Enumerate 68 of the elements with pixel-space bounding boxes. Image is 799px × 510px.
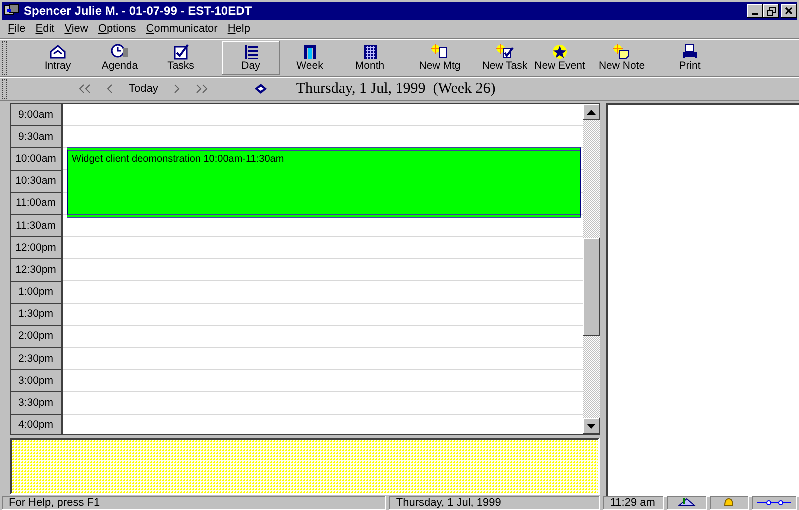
- sparkle-icon: [496, 44, 514, 60]
- menu-item[interactable]: View: [60, 23, 94, 35]
- toolbar-button[interactable]: New Note: [595, 41, 649, 75]
- menu-item[interactable]: Edit: [30, 23, 60, 35]
- menu-item[interactable]: Options: [93, 23, 142, 35]
- time-label: 11:00am: [11, 192, 63, 215]
- time-label: 9:30am: [11, 126, 63, 148]
- menu-item[interactable]: Communicator: [141, 23, 223, 35]
- time-label: 4:00pm: [11, 414, 63, 434]
- previous-icon[interactable]: [106, 84, 114, 94]
- time-label: 12:30pm: [11, 259, 63, 282]
- toolbar-grip[interactable]: [2, 41, 7, 75]
- time-label: 10:00am: [11, 148, 63, 171]
- next-icon[interactable]: [173, 84, 182, 94]
- time-label: 10:30am: [11, 170, 63, 193]
- last-icon[interactable]: [195, 84, 210, 94]
- restore-icon: [766, 6, 776, 16]
- menu-item[interactable]: Help: [222, 23, 256, 35]
- status-date: Thursday, 1 Jul, 1999: [389, 496, 600, 510]
- window-title: Spencer Julie M. - 01-07-99 - EST-10EDT: [24, 4, 252, 18]
- down-arrow-icon[interactable]: [587, 424, 596, 429]
- bell-icon[interactable]: [723, 498, 736, 506]
- minimize-button[interactable]: [747, 4, 763, 18]
- menu-item[interactable]: File: [3, 23, 31, 35]
- time-label: 12:00pm: [11, 237, 63, 260]
- time-label: 1:00pm: [11, 282, 63, 304]
- status-text: For Help, press F1: [2, 496, 386, 510]
- clock-icon: [111, 44, 129, 60]
- first-icon[interactable]: [78, 84, 92, 94]
- up-arrow-icon[interactable]: [587, 110, 596, 114]
- scrollbar[interactable]: [583, 104, 600, 434]
- sparkle-icon: [613, 44, 631, 60]
- toolbar-button[interactable]: Agenda: [93, 41, 147, 75]
- close-icon: [785, 7, 793, 15]
- columns-icon: [301, 44, 319, 60]
- today-button[interactable]: Today: [121, 83, 166, 95]
- appointment[interactable]: Widget client deomonstration 10:00am-11:30am: [67, 147, 581, 218]
- app-icon: [4, 4, 20, 18]
- time-label: 11:30am: [11, 214, 63, 238]
- toolbar-button[interactable]: Print: [663, 41, 717, 75]
- time-label: 3:00pm: [11, 370, 63, 392]
- toolbar-grip[interactable]: [2, 79, 7, 99]
- connection-icon[interactable]: [757, 498, 792, 506]
- checkbox-icon: [172, 44, 190, 60]
- date-heading: Thursday, 1 Jul, 1999 (Week 26): [296, 80, 496, 98]
- close-button[interactable]: [781, 4, 797, 18]
- toolbar-button[interactable]: New Mtg: [413, 41, 467, 75]
- toolbar-button[interactable]: New Event: [533, 41, 587, 75]
- time-label: 2:30pm: [11, 348, 63, 370]
- toolbar-button[interactable]: Intray: [31, 41, 85, 75]
- time-label: 1:30pm: [11, 304, 63, 326]
- time-label: 3:30pm: [11, 392, 63, 415]
- list-icon: [242, 44, 260, 60]
- time-label: 9:00am: [11, 104, 63, 126]
- time-label: 2:00pm: [11, 326, 63, 348]
- toolbar-button[interactable]: Week: [283, 41, 337, 75]
- toolbar-button[interactable]: Month: [343, 41, 397, 75]
- toolbar-button[interactable]: New Task: [478, 41, 532, 75]
- grid-icon: [361, 44, 379, 60]
- diamond-icon[interactable]: [254, 83, 268, 95]
- star-icon: [551, 44, 569, 60]
- toolbar-button[interactable]: Tasks: [154, 41, 208, 75]
- restore-button[interactable]: [763, 4, 779, 18]
- sparkle-icon: [431, 44, 449, 60]
- status-time: 11:29 am: [603, 496, 664, 510]
- printer-icon: [681, 44, 699, 60]
- toolbar-button[interactable]: Day: [222, 41, 280, 75]
- inbox-icon: [49, 44, 67, 60]
